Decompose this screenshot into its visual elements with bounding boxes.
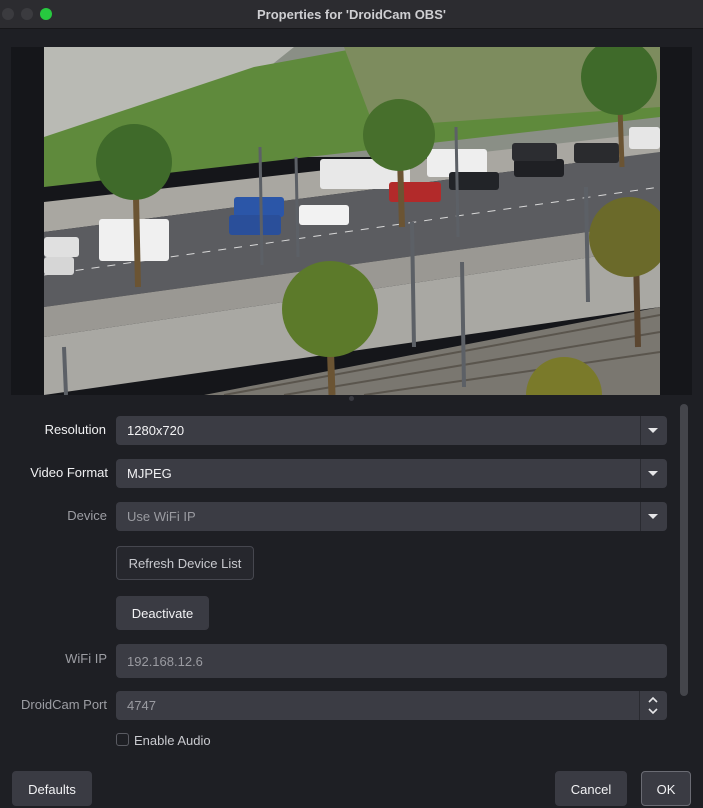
droidcam-port-label: DroidCam Port — [21, 697, 107, 712]
enable-audio-label: Enable Audio — [134, 733, 211, 748]
window-titlebar: Properties for 'DroidCam OBS' — [0, 0, 703, 29]
resolution-label: Resolution — [44, 422, 106, 437]
camera-preview-image — [44, 47, 660, 395]
chevron-down-icon — [648, 428, 658, 433]
ok-button[interactable]: OK — [641, 771, 691, 806]
chevron-down-icon — [648, 471, 658, 476]
refresh-device-list-button[interactable]: Refresh Device List — [116, 546, 254, 580]
wifi-ip-label: WiFi IP — [65, 651, 107, 666]
droidcam-port-spinbox[interactable]: 4747 — [116, 691, 667, 720]
droidcam-port-value: 4747 — [127, 698, 156, 713]
window-title: Properties for 'DroidCam OBS' — [257, 7, 446, 22]
splitter-handle[interactable] — [349, 396, 354, 401]
deactivate-button[interactable]: Deactivate — [116, 596, 209, 630]
wifi-ip-field[interactable]: 192.168.12.6 — [116, 644, 667, 678]
resolution-value: 1280x720 — [127, 423, 185, 438]
source-preview — [11, 47, 692, 395]
wifi-ip-value: 192.168.12.6 — [127, 654, 203, 669]
defaults-button[interactable]: Defaults — [12, 771, 92, 806]
device-label: Device — [67, 508, 107, 523]
device-dropdown[interactable]: Use WiFi IP — [116, 502, 667, 531]
chevron-down-icon — [648, 514, 658, 519]
video-format-dropdown[interactable]: MJPEG — [116, 459, 667, 488]
enable-audio-checkbox[interactable] — [116, 733, 129, 746]
device-value: Use WiFi IP — [127, 509, 196, 524]
resolution-dropdown[interactable]: 1280x720 — [116, 416, 667, 445]
cancel-button[interactable]: Cancel — [555, 771, 627, 806]
properties-scrollbar[interactable] — [680, 404, 688, 744]
scrollbar-thumb[interactable] — [680, 404, 688, 696]
video-format-value: MJPEG — [127, 466, 172, 481]
spin-down-icon[interactable] — [646, 705, 660, 717]
video-format-label: Video Format — [30, 465, 108, 480]
